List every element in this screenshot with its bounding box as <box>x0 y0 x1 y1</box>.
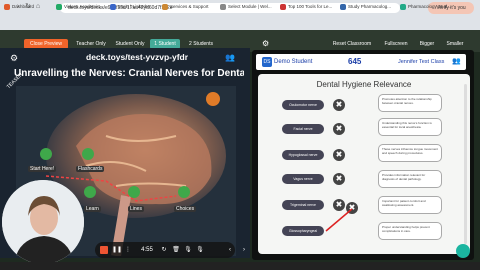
term-pill-1[interactable]: Facial nerve <box>282 124 324 134</box>
more-icon[interactable]: ⋮ <box>124 246 132 254</box>
definition-card-5[interactable]: Proper understanding helps prevent compl… <box>378 222 442 240</box>
bookmark-5[interactable]: Top 100 Tools for Le... <box>280 1 338 12</box>
refresh-icon[interactable]: ↻ <box>160 246 168 254</box>
smaller-button[interactable]: Smaller <box>442 39 468 49</box>
card-title: Dental Hygiene Relevance <box>316 80 412 89</box>
bookmark-4[interactable]: Select Module | Wel... <box>220 1 278 12</box>
close-icon[interactable]: ✖ <box>333 173 345 185</box>
users-icon[interactable]: 👥 <box>452 57 462 67</box>
bookmark-icon <box>4 3 10 10</box>
scrollbar[interactable] <box>464 84 467 244</box>
bookmarks-bar <box>0 15 480 29</box>
bookmark-icon <box>400 3 406 10</box>
recording-time: 4:55 <box>141 247 153 253</box>
choices-node-icon[interactable] <box>178 186 190 198</box>
bookmark-icon <box>110 3 116 10</box>
node-choices[interactable]: Choices <box>174 206 197 212</box>
match-line <box>325 208 353 232</box>
lines-node-icon[interactable] <box>128 186 140 198</box>
flashcards-node-icon[interactable] <box>82 148 94 160</box>
definition-card-0[interactable]: Promotes attention to the relationship b… <box>378 94 442 112</box>
bookmark-icon <box>280 3 286 10</box>
users-icon[interactable]: 👥 <box>225 53 239 63</box>
class-name: Jennifer Test Class <box>398 59 445 65</box>
term-pill-2[interactable]: Hypoglossal nerve <box>282 150 324 160</box>
start-node-icon[interactable] <box>40 148 52 160</box>
mic-icon[interactable]: 🎙 <box>184 246 192 254</box>
trash-icon[interactable]: 🗑 <box>172 246 180 254</box>
term-pill-3[interactable]: Vagus nerve <box>282 174 324 184</box>
student-name: Demo Student <box>274 59 313 65</box>
definition-card-3[interactable]: Provides information relevant for diagno… <box>378 170 442 188</box>
bookmark-icon <box>220 3 226 10</box>
score: 645 <box>348 57 362 66</box>
close-icon[interactable]: ✖ <box>333 123 345 135</box>
bookmark-icon <box>340 3 346 10</box>
term-pill-4[interactable]: Trigeminal nerve <box>282 200 324 210</box>
bookmark-3[interactable]: Services & Support <box>162 1 217 12</box>
chat-button[interactable] <box>456 244 470 258</box>
node-flashcards[interactable]: Flashcards <box>76 166 105 172</box>
bookmark-2[interactable]: Login | LinkedIn <box>110 1 160 12</box>
term-pill-0[interactable]: Oculomotor nerve <box>282 100 324 110</box>
pause-icon[interactable]: ❚❚ <box>112 246 122 254</box>
node-learn[interactable]: Learn <box>84 206 101 212</box>
slide-url-title: deck.toys/test-yvzvp-yfdr <box>86 52 189 62</box>
chevron-left-icon[interactable]: ‹ <box>226 246 234 254</box>
chevron-right-icon[interactable]: › <box>240 246 248 254</box>
term-pill-5[interactable]: Glossopharyngeal <box>282 226 324 236</box>
node-lines[interactable]: Lines <box>128 206 144 212</box>
definition-card-2[interactable]: These nerves influence tongue movement a… <box>378 144 442 162</box>
bookmark-icon <box>56 3 62 10</box>
taskbar <box>0 262 480 270</box>
close-icon[interactable]: ✖ <box>333 149 345 161</box>
next-icon[interactable] <box>206 92 220 106</box>
student-badge: DS <box>262 57 272 67</box>
bookmark-6[interactable]: Study Pharmacolog... <box>340 1 398 12</box>
bookmark-icon <box>162 3 168 10</box>
bigger-button[interactable]: Bigger <box>416 39 438 49</box>
definition-card-4[interactable]: Important for patient comfort and swallo… <box>378 196 442 214</box>
gear-icon[interactable]: ⚙ <box>262 40 270 48</box>
webcam-overlay <box>2 180 84 264</box>
bookmark-0[interactable]: Dashboard <box>4 1 54 12</box>
definition-card-1[interactable]: Understanding this nerve's function is e… <box>378 118 442 136</box>
mic-icon-2[interactable]: 🎙 <box>196 246 204 254</box>
bookmark-1[interactable]: Visions Academic... <box>56 1 108 12</box>
close-icon[interactable]: ✖ <box>333 99 345 111</box>
slide-title: Unravelling the Nerves: Cranial Nerves f… <box>14 68 244 79</box>
bookmark-7[interactable]: Pharmacology Stud... <box>400 1 476 12</box>
gear-icon[interactable]: ⚙ <box>10 53 20 63</box>
reset-classroom-button[interactable]: Reset Classroom <box>330 39 374 49</box>
fullscreen-button[interactable]: Fullscreen <box>380 39 412 49</box>
learn-node-icon[interactable] <box>84 186 96 198</box>
node-start-here[interactable]: Start Here! <box>28 166 57 172</box>
stop-icon[interactable] <box>100 246 108 254</box>
